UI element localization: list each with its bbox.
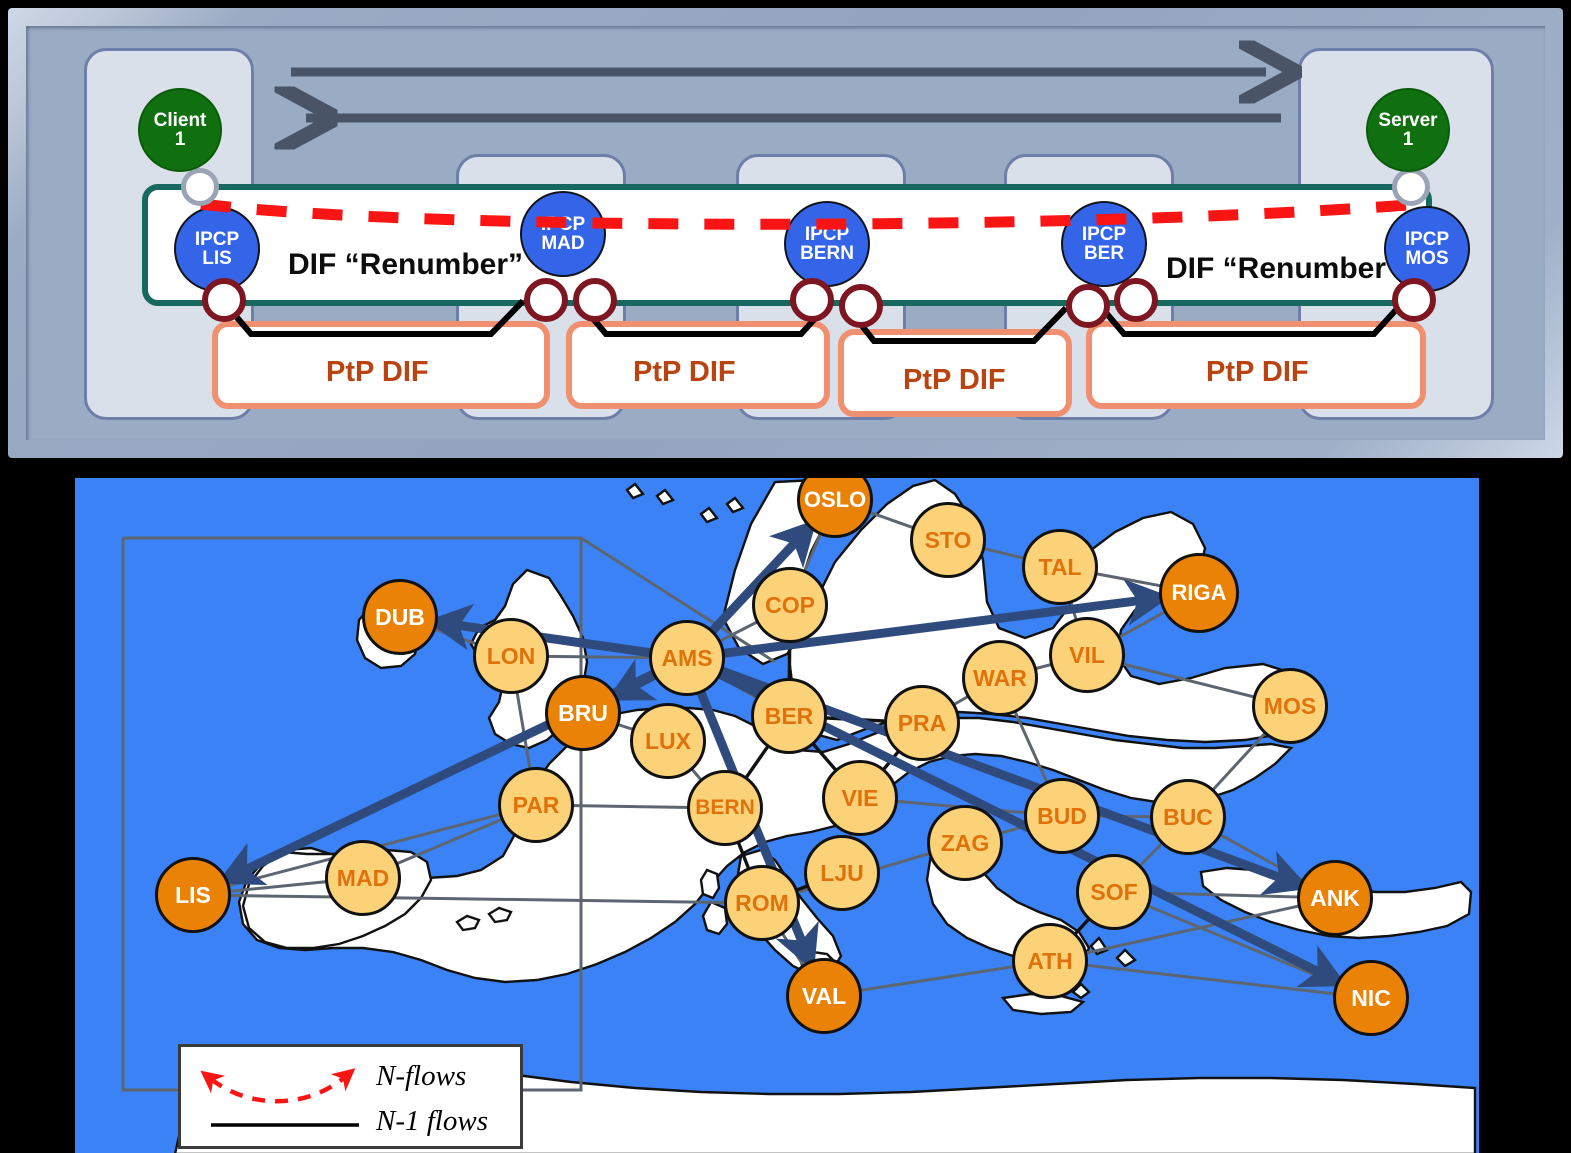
city-label: OSLO	[803, 487, 867, 512]
city-label: BER	[764, 702, 814, 729]
city-node-war[interactable]: WAR	[962, 640, 1038, 716]
city-node-cop[interactable]: COP	[752, 567, 828, 643]
app-node-server-line2: 1	[1402, 129, 1414, 150]
city-node-buc[interactable]: BUC	[1150, 779, 1226, 855]
city-node-bud[interactable]: BUD	[1024, 778, 1100, 854]
city-label: MAD	[336, 864, 390, 891]
app-node-client-line2: 1	[174, 129, 186, 150]
app-node-client-line1: Client	[153, 109, 207, 131]
city-node-mad[interactable]: MAD	[325, 840, 401, 916]
rina-stack-panel: DIF “Renumber” DIF “Renumber” PtP DIF Pt…	[8, 8, 1563, 458]
city-label: NIC	[1351, 984, 1391, 1011]
city-node-ber[interactable]: BER	[751, 678, 827, 754]
city-label: LON	[486, 642, 536, 669]
city-label: BUC	[1163, 803, 1213, 830]
legend-n-flows-label: N-flows	[376, 1060, 467, 1092]
city-node-sto[interactable]: STO	[910, 502, 986, 578]
city-node-ank[interactable]: ANK	[1297, 860, 1373, 936]
rina-stack-inner: DIF “Renumber” DIF “Renumber” PtP DIF Pt…	[26, 26, 1545, 440]
city-label: SOF	[1090, 878, 1138, 905]
city-node-mos[interactable]: MOS	[1252, 668, 1328, 744]
city-label: BRU	[558, 699, 608, 726]
screenshot-root: DIF “Renumber” DIF “Renumber” PtP DIF Pt…	[0, 0, 1571, 1153]
city-label: COP	[765, 591, 815, 618]
city-label: LJU	[820, 859, 864, 886]
city-node-lis[interactable]: LIS	[155, 857, 231, 933]
city-label: DUB	[375, 603, 425, 630]
city-node-pra[interactable]: PRA	[884, 685, 960, 761]
city-node-par[interactable]: PAR	[498, 767, 574, 843]
city-label: VIL	[1069, 641, 1105, 668]
europe-topology-map: OSLO STO TAL RIGA COP DUB LON AMS VIL WAR MOS BRU BE…	[75, 478, 1479, 1153]
city-node-rom[interactable]: ROM	[724, 865, 800, 941]
ipcp-port-bern-right[interactable]	[839, 284, 883, 328]
city-label: LIS	[175, 881, 211, 908]
city-label: WAR	[973, 664, 1027, 691]
city-node-val[interactable]: VAL	[786, 958, 862, 1034]
city-label: PRA	[897, 709, 947, 736]
city-node-sof[interactable]: SOF	[1076, 854, 1152, 930]
legend-n1-flows-label: N-1 flows	[376, 1105, 488, 1137]
city-node-bern[interactable]: BERN	[687, 770, 763, 846]
app-node-client[interactable]: Client 1	[138, 88, 222, 172]
city-node-lux[interactable]: LUX	[630, 703, 706, 779]
city-label: TAL	[1038, 553, 1082, 580]
city-node-vie[interactable]: VIE	[822, 760, 898, 836]
city-label: ZAG	[940, 829, 990, 856]
app-port-server[interactable]	[1392, 168, 1430, 206]
app-port-client[interactable]	[181, 168, 219, 206]
city-label: RIGA	[1171, 580, 1227, 605]
ipcp-port-mos-lower[interactable]	[1392, 278, 1436, 322]
city-node-zag[interactable]: ZAG	[927, 805, 1003, 881]
ipcp-port-bern-left[interactable]	[790, 278, 834, 322]
ipcp-port-ber-left[interactable]	[1066, 284, 1110, 328]
ipcp-port-mad-right[interactable]	[573, 278, 617, 322]
ipcp-port-ber-right[interactable]	[1114, 278, 1158, 322]
app-node-server[interactable]: Server 1	[1366, 88, 1450, 172]
ipcp-port-mad-left[interactable]	[524, 278, 568, 322]
city-node-dub[interactable]: DUB	[362, 579, 438, 655]
city-node-nic[interactable]: NIC	[1333, 960, 1409, 1036]
city-node-vil[interactable]: VIL	[1049, 617, 1125, 693]
city-label: LUX	[645, 727, 691, 754]
city-label: ATH	[1027, 947, 1073, 974]
city-label: BUD	[1037, 802, 1087, 829]
city-label: AMS	[661, 644, 713, 671]
city-node-lju[interactable]: LJU	[804, 835, 880, 911]
city-node-ath[interactable]: ATH	[1012, 923, 1088, 999]
city-node-riga[interactable]: RIGA	[1159, 553, 1239, 633]
city-label: STO	[924, 526, 972, 553]
app-node-server-line1: Server	[1378, 109, 1438, 131]
city-label: ANK	[1310, 884, 1360, 911]
city-label: BERN	[695, 796, 755, 819]
city-node-lon[interactable]: LON	[473, 618, 549, 694]
city-label: VIE	[841, 784, 879, 811]
city-label: MOS	[1263, 692, 1317, 719]
ipcp-port-lis-lower[interactable]	[202, 278, 246, 322]
city-label: PAR	[512, 791, 560, 818]
city-label: VAL	[801, 982, 847, 1009]
map-legend: N-flows N-1 flows	[178, 1044, 523, 1149]
city-node-tal[interactable]: TAL	[1022, 529, 1098, 605]
n-flow-dashed-line	[200, 198, 1422, 230]
city-node-bru[interactable]: BRU	[545, 675, 621, 751]
city-node-ams[interactable]: AMS	[649, 620, 725, 696]
city-label: ROM	[735, 889, 789, 916]
